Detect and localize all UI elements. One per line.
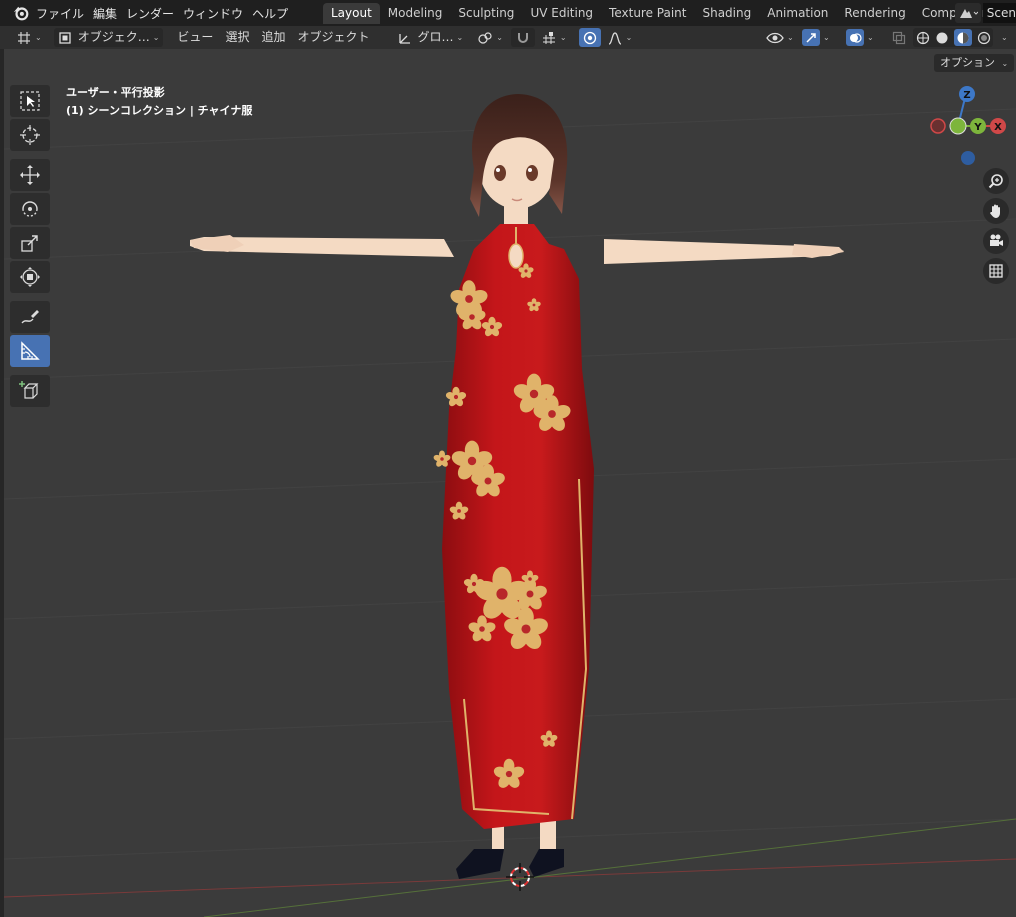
viewport-canvas (4, 94, 1016, 917)
xray-icon (892, 31, 906, 44)
snap-toggle[interactable] (510, 28, 535, 47)
pivot-point-button[interactable]: ⌄ (473, 28, 507, 47)
tab-rendering[interactable]: Rendering (836, 3, 913, 24)
visibility-button[interactable]: ⌄ (762, 28, 798, 47)
navigation-gizmo[interactable]: Z X Y (928, 84, 1012, 168)
zoom-magnifier-icon (988, 174, 1003, 189)
menu-render[interactable]: レンダー (126, 5, 183, 22)
orientation-global-icon (399, 33, 411, 44)
tool-scale[interactable] (10, 227, 50, 259)
scene-icon[interactable] (955, 3, 981, 23)
tab-texture-paint[interactable]: Texture Paint (601, 3, 694, 24)
tool-rotate[interactable] (10, 193, 50, 225)
overlays-toggle[interactable]: ⌄ (842, 28, 878, 47)
svg-text:Y: Y (973, 122, 982, 133)
viewport-header: ⌄ オブジェク… ⌄ ビュー 選択 追加 オブジェクト グロ… ⌄ ⌄ ⌄ ⌄ … (0, 26, 1016, 49)
tab-shading[interactable]: Shading (694, 3, 759, 24)
gizmo-neg-x-icon[interactable] (930, 118, 946, 134)
scene-selector[interactable]: Scen (955, 2, 1016, 24)
tool-transform[interactable] (10, 261, 50, 293)
proportional-editing-toggle[interactable] (578, 28, 601, 47)
tab-layout[interactable]: Layout (323, 3, 380, 24)
tool-measure[interactable] (10, 335, 50, 367)
wireframe-shading-icon[interactable] (916, 31, 930, 45)
menu-object[interactable]: オブジェクト (293, 28, 373, 47)
material-preview-icon (957, 32, 968, 43)
falloff-curve-icon (608, 31, 621, 45)
menu-view[interactable]: ビュー (173, 28, 217, 47)
eye-icon (766, 32, 784, 43)
rotate-icon (22, 201, 38, 217)
shading-modes (913, 28, 993, 47)
tab-uv-editing[interactable]: UV Editing (522, 3, 601, 24)
options-label: オプション (940, 56, 995, 69)
menu-help[interactable]: ヘルプ (252, 5, 297, 22)
select-box-icon (20, 91, 40, 111)
object-mode-icon (59, 31, 71, 44)
3d-viewport-icon (18, 31, 30, 44)
mode-label: オブジェク… (77, 30, 150, 44)
proportional-edit-icon (583, 31, 596, 44)
measure-ruler-icon (21, 341, 40, 360)
material-preview-button[interactable] (953, 29, 972, 46)
move-icon (20, 165, 40, 185)
editor-type-button[interactable]: ⌄ (12, 28, 46, 47)
add-cube-icon (19, 381, 39, 399)
pivot-icon (478, 31, 492, 44)
overlays-icon (850, 32, 862, 43)
hand-icon (990, 204, 1000, 218)
pan-button[interactable] (983, 198, 1009, 224)
options-button[interactable]: オプション ⌄ (934, 54, 1015, 72)
gizmo-toggle[interactable]: ⌄ (798, 28, 834, 47)
tab-animation[interactable]: Animation (759, 3, 836, 24)
svg-text:Z: Z (963, 90, 970, 101)
menu-edit[interactable]: 編集 (93, 5, 126, 22)
solid-shading-icon[interactable] (935, 31, 949, 45)
shading-options-button[interactable]: ⌄ (994, 28, 1012, 47)
tool-annotate[interactable] (10, 301, 50, 333)
menu-window[interactable]: ウィンドウ (183, 5, 252, 22)
gizmo-icon (806, 32, 816, 43)
transform-icon (20, 267, 40, 287)
top-bar: ファイル 編集 レンダー ウィンドウ ヘルプ Layout Modeling S… (0, 0, 1016, 26)
camera-icon (990, 234, 1003, 246)
gizmo-neg-z-icon[interactable] (961, 151, 975, 165)
svg-text:X: X (994, 122, 1002, 133)
snap-increment-icon (542, 31, 555, 44)
tab-sculpting[interactable]: Sculpting (450, 3, 522, 24)
scale-icon (21, 235, 38, 252)
proportional-falloff-button[interactable]: ⌄ (603, 28, 637, 47)
tool-add-cube[interactable] (10, 375, 50, 407)
mode-selector[interactable]: オブジェク… ⌄ (53, 28, 164, 47)
tool-select-box[interactable] (10, 85, 50, 117)
zoom-button[interactable] (983, 168, 1009, 194)
scene-name-field[interactable]: Scen (982, 3, 1016, 23)
transform-orientation-selector[interactable]: グロ… ⌄ (393, 28, 467, 47)
menu-file[interactable]: ファイル (36, 5, 93, 22)
workspace-tabs: Layout Modeling Sculpting UV Editing Tex… (323, 3, 1005, 24)
scene-browse-icon (959, 9, 978, 18)
menu-select[interactable]: 選択 (221, 28, 253, 47)
xray-toggle[interactable] (888, 28, 910, 47)
grid-icon (989, 264, 1003, 278)
tool-move[interactable] (10, 159, 50, 191)
orientation-label: グロ… (417, 30, 454, 44)
tool-shelf (10, 85, 54, 409)
annotate-pencil-icon (21, 310, 39, 324)
magnet-icon (517, 32, 528, 43)
view-name-label: ユーザー・平行投影 (66, 86, 165, 99)
cursor-icon (20, 125, 40, 145)
tool-cursor[interactable] (10, 119, 50, 151)
tab-modeling[interactable]: Modeling (380, 3, 451, 24)
perspective-toggle-button[interactable] (983, 258, 1009, 284)
blender-logo-icon[interactable] (12, 4, 30, 22)
menu-add[interactable]: 追加 (257, 28, 289, 47)
collection-info-label: (1) シーンコレクション | チャイナ服 (66, 104, 253, 117)
3d-viewport[interactable] (4, 49, 1016, 917)
camera-view-button[interactable] (983, 228, 1009, 254)
rendered-shading-icon[interactable] (977, 31, 991, 45)
snap-target-button[interactable]: ⌄ (537, 28, 571, 47)
